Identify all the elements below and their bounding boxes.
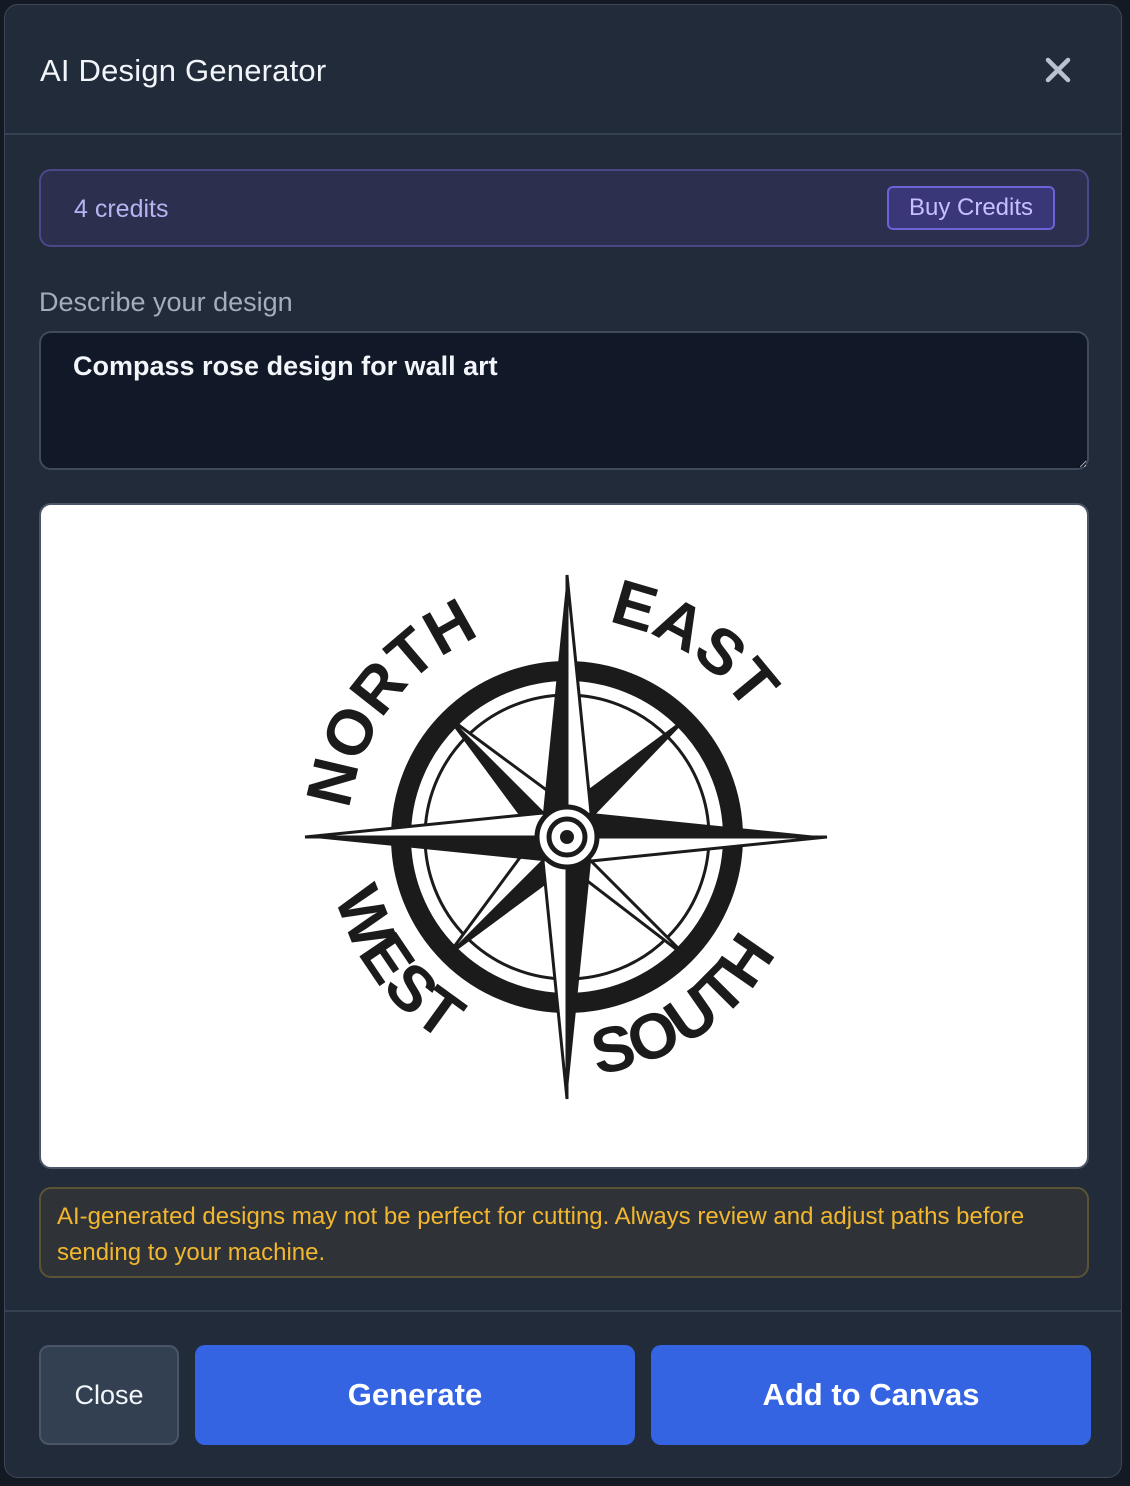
close-button[interactable]: Close [39, 1345, 179, 1445]
credits-count: 4 credits [74, 195, 169, 223]
buy-credits-button[interactable]: Buy Credits [887, 186, 1055, 230]
add-to-canvas-button[interactable]: Add to Canvas [651, 1345, 1091, 1445]
footer-divider [5, 1310, 1121, 1312]
prompt-label: Describe your design [39, 287, 293, 317]
design-preview: NORTH EAST WEST SOUTH [39, 503, 1089, 1169]
design-prompt-input[interactable] [39, 331, 1089, 470]
close-dialog-button[interactable] [1043, 55, 1073, 85]
ai-design-generator-dialog: AI Design Generator 4 credits Buy Credit… [4, 4, 1122, 1478]
compass-word-east: EAST [604, 565, 792, 721]
dialog-title: AI Design Generator [40, 53, 327, 88]
compass-rose-icon: NORTH EAST WEST SOUTH [292, 565, 828, 1100]
cutting-warning: AI-generated designs may not be perfect … [39, 1187, 1089, 1278]
compass-word-north: NORTH [292, 584, 487, 812]
generate-button[interactable]: Generate [195, 1345, 635, 1445]
close-icon [1045, 57, 1071, 83]
dialog-header: AI Design Generator [5, 5, 1121, 135]
credits-banner: 4 credits Buy Credits [39, 169, 1089, 247]
